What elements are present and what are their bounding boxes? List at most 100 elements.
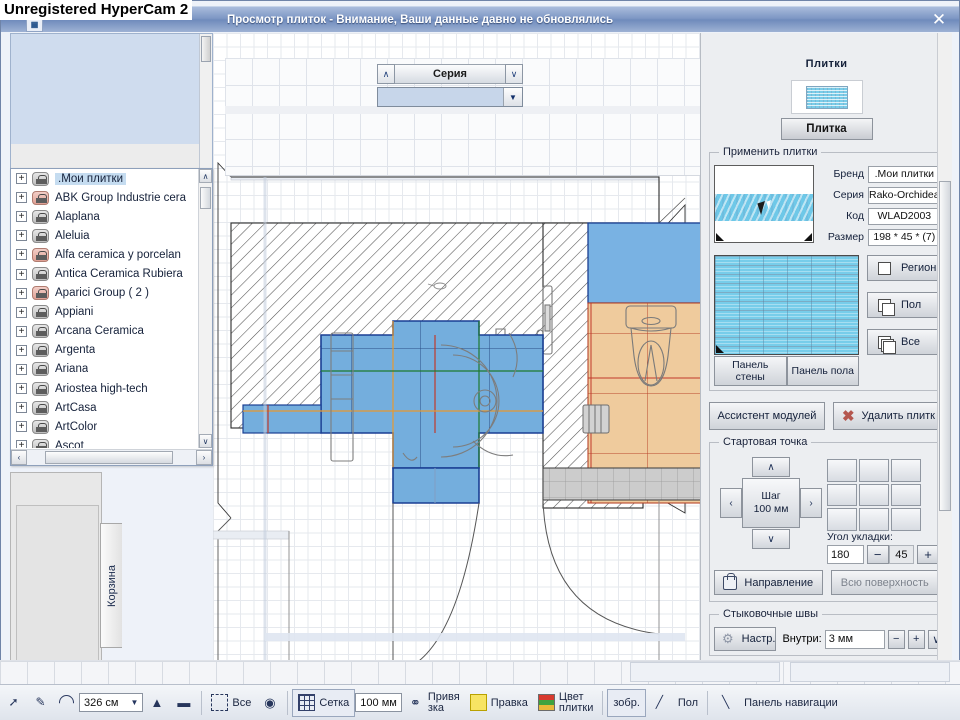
anchor-cell-br[interactable] [891, 508, 921, 531]
tree-item-3[interactable]: + Aleluia [11, 226, 198, 245]
grid-toggle[interactable]: Сетка [292, 688, 356, 717]
scope-button-1[interactable]: Пол [867, 292, 939, 318]
seam-increase-button[interactable]: + [907, 629, 925, 649]
panel-scroll-thumb[interactable] [939, 181, 951, 511]
tile-field-value[interactable]: .Мои плитки [868, 165, 941, 183]
tree-expander-icon[interactable]: + [16, 440, 27, 448]
scope-button-0[interactable]: Регион [867, 255, 939, 281]
tree-item-4[interactable]: + Alfa ceramica y porcelan [11, 245, 198, 264]
image-tool[interactable]: зобр. [607, 688, 646, 717]
angle-decrease-button[interactable]: − [866, 545, 889, 564]
tree-expander-icon[interactable]: + [16, 173, 27, 185]
series-title[interactable]: Серия [395, 64, 505, 84]
chevron-down-icon[interactable]: ▼ [503, 88, 522, 106]
line-tool[interactable]: ╲ [712, 689, 739, 717]
tree-expander-icon[interactable]: + [16, 211, 27, 223]
tree-hscroll-thumb[interactable] [45, 451, 173, 464]
scope-button-2[interactable]: Все [867, 329, 939, 355]
tree-horizontal-scrollbar[interactable]: ‹ › [11, 449, 212, 465]
selected-tile-large-preview[interactable] [714, 165, 814, 243]
tree-expander-icon[interactable]: + [16, 344, 27, 356]
basket-tab[interactable]: Корзина [100, 523, 122, 648]
anchor-cell-tl[interactable] [827, 459, 857, 482]
pattern-preview[interactable] [714, 255, 859, 355]
tree-item-14[interactable]: + Ascot [11, 436, 198, 448]
move-up-button[interactable]: ∧ [752, 457, 790, 477]
zoom-in[interactable]: ▲ [143, 689, 170, 717]
tree-expander-icon[interactable]: + [16, 268, 27, 280]
current-tile-preview[interactable] [790, 80, 863, 114]
tree-item-1[interactable]: + ABK Group Industrie cera [11, 188, 198, 207]
tree-scroll-right-button[interactable]: › [196, 450, 212, 465]
tree-expander-icon[interactable]: + [16, 249, 27, 261]
anchor-cell-ml[interactable] [827, 483, 857, 507]
anchor-cell-bl[interactable] [827, 508, 857, 531]
grid-size[interactable]: 100 мм [355, 693, 402, 712]
inside-seam-input[interactable]: 3 мм [824, 629, 885, 649]
tree-vertical-scrollbar[interactable]: ∧ ∨ [198, 169, 212, 448]
series-dropdown[interactable]: ▼ [377, 87, 523, 107]
tree-expander-icon[interactable]: + [16, 306, 27, 318]
laying-angle-input[interactable]: 180 [827, 545, 864, 564]
panel-scrollbar[interactable] [937, 33, 952, 688]
tree-expander-icon[interactable]: + [16, 192, 27, 204]
anchor-cell-tr[interactable] [891, 459, 921, 482]
tree-item-9[interactable]: + Argenta [11, 341, 198, 360]
tree-item-7[interactable]: + Appiani [11, 303, 198, 322]
tree-item-12[interactable]: + ArtCasa [11, 398, 198, 417]
tree-expander-icon[interactable]: + [16, 383, 27, 395]
start-point-dpad[interactable]: ∧ ‹ › ∨ Шаг 100 мм [714, 457, 822, 553]
tile-color[interactable]: Цвет плитки [533, 689, 599, 717]
anchor-cell-mr[interactable] [891, 483, 921, 507]
tree-expander-icon[interactable]: + [16, 402, 27, 414]
edit-tool[interactable]: Правка [465, 689, 533, 717]
anchor-cell-mc[interactable] [859, 483, 889, 507]
zoom-value[interactable]: 326 см ▼ [79, 693, 144, 712]
seam-settings-button[interactable]: ⚙ Настр. [714, 627, 777, 651]
tree-item-13[interactable]: + ArtColor [11, 417, 198, 436]
floor-tool[interactable]: Пол [673, 689, 703, 717]
tree-expander-icon[interactable]: + [16, 363, 27, 375]
tree-scroll-left-button[interactable]: ‹ [11, 450, 27, 465]
angle-increase-button[interactable]: + [917, 545, 940, 564]
tree-scroll-thumb[interactable] [200, 187, 211, 209]
tree-expander-icon[interactable]: + [16, 421, 27, 433]
measure-tool[interactable]: ✎ [27, 689, 54, 717]
seam-decrease-button[interactable]: − [887, 629, 905, 649]
tree-scroll-down-button[interactable]: ∨ [199, 434, 212, 448]
tree-item-8[interactable]: + Arcana Ceramica [11, 322, 198, 341]
target-tool[interactable]: ◉ [256, 689, 283, 717]
pointer-tool[interactable]: ➚ [0, 689, 27, 717]
surface-panel-button-1[interactable]: Панель пола [786, 356, 859, 386]
anchor-cell-bc[interactable] [859, 508, 889, 531]
tile-button[interactable]: Плитка [780, 118, 873, 140]
tree-item-10[interactable]: + Ariana [11, 360, 198, 379]
bottom-toolbar[interactable]: ➚ ✎ 326 см ▼ ▲ ▬ Все ◉ Сетка 100 мм ⚭ Привя зка Прав… [0, 684, 960, 720]
tree-expander-icon[interactable]: + [16, 325, 27, 337]
left-preview-scroll-thumb[interactable] [201, 36, 211, 62]
tile-field-value[interactable]: Rako-Orchidea [868, 186, 941, 204]
tree-item-6[interactable]: + Aparici Group ( 2 ) [11, 284, 198, 303]
series-next-button[interactable]: ∨ [505, 64, 523, 84]
pen-tool[interactable]: ╱ [646, 689, 673, 717]
left-preview-scrollbar[interactable] [199, 34, 212, 174]
chevron-down-icon[interactable]: ▼ [130, 698, 138, 707]
surface-panel-button-0[interactable]: Панель стены [714, 356, 787, 386]
surface-panel-buttons[interactable]: Панель стены Панель пола [714, 356, 859, 386]
brand-tree-panel[interactable]: + .Мои плитки + ABK Group Industrie cera + Al… [10, 168, 213, 466]
move-down-button[interactable]: ∨ [752, 529, 790, 549]
tree-item-11[interactable]: + Ariostea high-tech [11, 379, 198, 398]
anchor-cell-tc[interactable] [859, 459, 889, 482]
tile-field-value[interactable]: 198 * 45 * (7) [868, 228, 941, 246]
tree-item-2[interactable]: + Alaplana [11, 207, 198, 226]
snap-tool[interactable]: ⚭ Привя зка [402, 689, 465, 717]
tree-item-5[interactable]: + Antica Ceramica Rubiera [11, 264, 198, 283]
select-all[interactable]: Все [206, 689, 256, 717]
move-right-button[interactable]: › [800, 488, 822, 518]
delete-tile-button[interactable]: ✖ Удалить плитк [832, 402, 944, 430]
tree-expander-icon[interactable]: + [16, 230, 27, 242]
tree-hscroll-track[interactable] [27, 450, 196, 465]
close-icon[interactable]: ✕ [919, 7, 959, 33]
whole-surface-button[interactable]: Всю поверхность [830, 570, 939, 595]
move-left-button[interactable]: ‹ [720, 488, 742, 518]
